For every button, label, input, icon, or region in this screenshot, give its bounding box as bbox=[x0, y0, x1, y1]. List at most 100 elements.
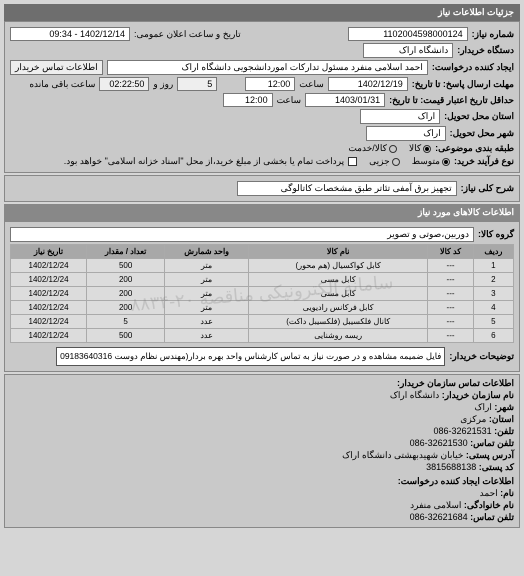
cell-name: ریسه روشنایی bbox=[249, 329, 428, 343]
cell-i: 6 bbox=[473, 329, 513, 343]
cell-code: --- bbox=[428, 301, 473, 315]
zip: 3815688138 bbox=[426, 462, 476, 472]
proc-mid-text: متوسط bbox=[412, 156, 440, 167]
deadline-time: 12:00 bbox=[245, 77, 295, 91]
group-label: گروه کالا: bbox=[478, 229, 514, 240]
creator-label: ایجاد کننده درخواست: bbox=[432, 62, 514, 73]
class-good-radio[interactable]: کالا bbox=[409, 143, 431, 154]
req-number-label: شماره نیاز: bbox=[472, 29, 514, 40]
creator-field: احمد اسلامی منفرد مسئول تدارکات اموردانش… bbox=[107, 60, 428, 75]
ctel-label: تلفن تماس: bbox=[470, 512, 514, 522]
class-label: طبقه بندی موضوعی: bbox=[435, 143, 514, 154]
table-row: 1---کابل کواکسیال (هم محور)متر5001402/12… bbox=[11, 259, 514, 273]
addr-label: آدرس پستی: bbox=[466, 450, 514, 460]
cell-code: --- bbox=[428, 273, 473, 287]
cell-qty: 5 bbox=[87, 315, 165, 329]
remain-days-label: روز و bbox=[153, 79, 173, 90]
cell-qty: 200 bbox=[87, 287, 165, 301]
ccity: اراک bbox=[474, 402, 491, 412]
contact-button[interactable]: اطلاعات تماس خریدار bbox=[10, 60, 103, 75]
creator-head: اطلاعات ایجاد کننده درخواست: bbox=[10, 476, 514, 487]
cell-i: 4 bbox=[473, 301, 513, 315]
radio-icon bbox=[392, 158, 400, 166]
buyer: دانشگاه اراک bbox=[363, 43, 453, 58]
cell-date: 1402/12/24 bbox=[11, 273, 87, 287]
cell-code: --- bbox=[428, 329, 473, 343]
tel-label: تلفن: bbox=[494, 426, 514, 436]
cell-unit: عدد bbox=[165, 329, 249, 343]
table-row: 2---کابل مسیمتر2001402/12/24 bbox=[11, 273, 514, 287]
validity-date: 1403/01/31 bbox=[305, 93, 385, 107]
goods-table: ردیف کد کالا نام کالا واحد شمارش تعداد /… bbox=[10, 244, 514, 343]
buyer-note: فایل ضمیمه مشاهده و در صورت نیاز به تماس… bbox=[56, 347, 445, 366]
time-label: ساعت bbox=[299, 79, 324, 90]
cell-i: 3 bbox=[473, 287, 513, 301]
cell-unit: عدد bbox=[165, 315, 249, 329]
process-label: نوع فرآیند خرید: bbox=[454, 156, 514, 167]
class-service-radio[interactable]: کالا/خدمت bbox=[348, 143, 397, 154]
remain-time-label: ساعت باقی مانده bbox=[29, 79, 95, 90]
cell-name: کابل مسی bbox=[249, 287, 428, 301]
loc: اراک bbox=[360, 109, 440, 124]
loc-label: استان محل تحویل: bbox=[444, 111, 514, 122]
cell-unit: متر bbox=[165, 273, 249, 287]
cell-date: 1402/12/24 bbox=[11, 301, 87, 315]
col-name: نام کالا bbox=[249, 245, 428, 259]
cell-date: 1402/12/24 bbox=[11, 315, 87, 329]
radio-icon bbox=[389, 145, 397, 153]
proc-desc: پرداخت تمام یا بخشی از مبلغ خرید،از محل … bbox=[64, 156, 344, 167]
cell-date: 1402/12/24 bbox=[11, 287, 87, 301]
fax-label: تلفن تماس: bbox=[470, 438, 514, 448]
cell-name: کابل فرکانس رادیویی bbox=[249, 301, 428, 315]
prov: مرکزی bbox=[460, 414, 486, 424]
table-row: 6---ریسه روشناییعدد5001402/12/24 bbox=[11, 329, 514, 343]
treasury-checkbox[interactable] bbox=[348, 157, 357, 166]
cell-qty: 200 bbox=[87, 301, 165, 315]
contact-head: اطلاعات تماس سازمان خریدار: bbox=[10, 378, 514, 389]
need-title: تجهیز برق آمفی تئاتر طبق مشخصات کاتالوگی bbox=[237, 181, 457, 196]
cfamily: اسلامی منفرد bbox=[410, 500, 461, 510]
cell-code: --- bbox=[428, 287, 473, 301]
table-row: 4---کابل فرکانس رادیوییمتر2001402/12/24 bbox=[11, 301, 514, 315]
org: دانشگاه اراک bbox=[390, 390, 439, 400]
cell-qty: 200 bbox=[87, 273, 165, 287]
cell-unit: متر bbox=[165, 287, 249, 301]
col-row: ردیف bbox=[473, 245, 513, 259]
note-label: توضیحات خریدار: bbox=[449, 351, 514, 362]
buyer-label: دستگاه خریدار: bbox=[457, 45, 514, 56]
table-row: 3---کابل مسیمتر2001402/12/24 bbox=[11, 287, 514, 301]
cell-unit: متر bbox=[165, 301, 249, 315]
validity-time-label: ساعت bbox=[277, 95, 302, 106]
city-label: شهر محل تحویل: bbox=[450, 128, 514, 139]
org-label: نام سازمان خریدار: bbox=[442, 390, 514, 400]
need-title-label: شرح کلی نیاز: bbox=[461, 183, 514, 194]
cell-name: کابل مسی bbox=[249, 273, 428, 287]
proc-part-radio[interactable]: جزیی bbox=[369, 156, 400, 167]
validity-label: حداقل تاریخ اعتبار قیمت: تا تاریخ: bbox=[389, 95, 514, 106]
proc-mid-radio[interactable]: متوسط bbox=[412, 156, 450, 167]
col-date: تاریخ نیاز bbox=[11, 245, 87, 259]
ccity-label: شهر: bbox=[494, 402, 514, 412]
prov-label: استان: bbox=[489, 414, 514, 424]
req-number: 1102004598000124 bbox=[348, 27, 468, 41]
deadline-label: مهلت ارسال پاسخ: تا تاریخ: bbox=[412, 79, 514, 90]
col-qty: تعداد / مقدار bbox=[87, 245, 165, 259]
tel: 32621531-086 bbox=[434, 426, 492, 436]
cell-i: 5 bbox=[473, 315, 513, 329]
section-header: جزئیات اطلاعات نیاز bbox=[4, 4, 520, 21]
remain-days: 5 bbox=[177, 77, 217, 91]
addr: خیابان شهیدبهشتی دانشگاه اراک bbox=[342, 450, 463, 460]
cname: احمد bbox=[480, 488, 498, 498]
validity-time: 12:00 bbox=[223, 93, 273, 107]
class-good-text: کالا bbox=[409, 143, 421, 154]
table-row: 5---کانال فلکسیبل (فلکسیبل داکت)عدد51402… bbox=[11, 315, 514, 329]
radio-icon bbox=[423, 145, 431, 153]
city: اراک bbox=[366, 126, 446, 141]
radio-icon bbox=[442, 158, 450, 166]
remain-time: 02:22:50 bbox=[99, 77, 149, 91]
cell-unit: متر bbox=[165, 259, 249, 273]
proc-part-text: جزیی bbox=[369, 156, 390, 167]
class-service-text: کالا/خدمت bbox=[348, 143, 387, 154]
deadline-date: 1402/12/19 bbox=[328, 77, 408, 91]
cell-date: 1402/12/24 bbox=[11, 259, 87, 273]
